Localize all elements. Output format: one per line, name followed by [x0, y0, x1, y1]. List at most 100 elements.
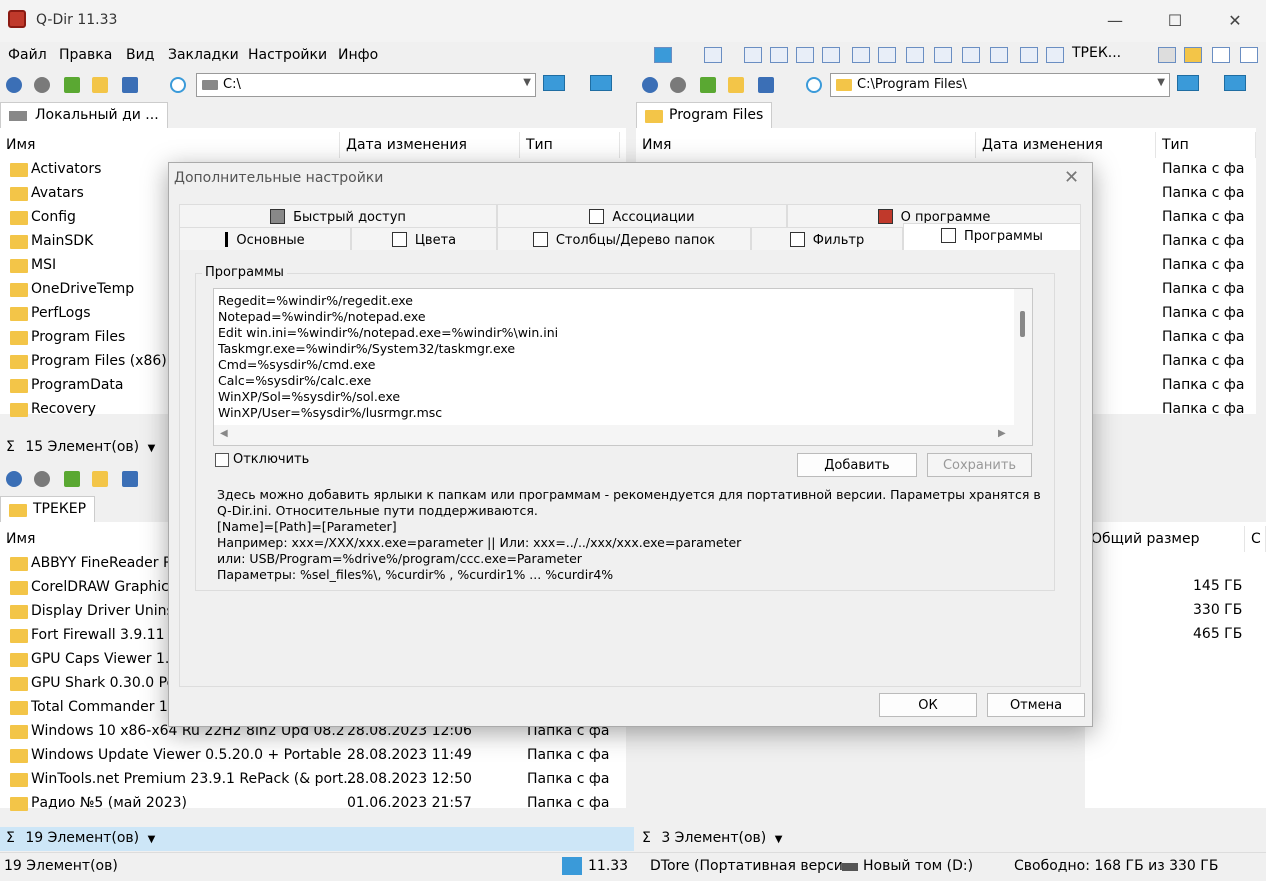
layout-9-icon[interactable]: [962, 47, 980, 63]
scroll-thumb[interactable]: [1020, 311, 1025, 337]
view-icon[interactable]: [122, 77, 138, 93]
tab-colors[interactable]: Цвета: [351, 227, 497, 251]
close-icon[interactable]: ✕: [1064, 167, 1079, 188]
folder-icon[interactable]: [728, 77, 744, 93]
tab-tracker[interactable]: ТРЕКЕР: [0, 496, 96, 522]
layout-12-icon[interactable]: [1046, 47, 1064, 63]
menu-info[interactable]: Инфо: [338, 47, 378, 63]
monitor-icon[interactable]: [590, 75, 612, 91]
menu-settings[interactable]: Настройки: [248, 47, 327, 63]
layout-7-icon[interactable]: [906, 47, 924, 63]
list-item[interactable]: Радио №5 (май 2023) 01.06.2023 21:57 Папка…: [0, 792, 620, 816]
vertical-scrollbar[interactable]: [1014, 289, 1032, 425]
chevron-down-icon[interactable]: ▼: [775, 834, 783, 845]
chevron-down-icon[interactable]: ▼: [523, 77, 531, 88]
monitor-icon[interactable]: [1177, 75, 1199, 91]
menu-file[interactable]: Файл: [8, 47, 47, 63]
monitor-icon[interactable]: [543, 75, 565, 91]
tab-program-files[interactable]: Program Files: [636, 102, 773, 128]
folder-icon: [10, 677, 28, 691]
tab-filter[interactable]: Фильтр: [751, 227, 903, 251]
item-date: 28.08.2023 11:49: [347, 747, 472, 763]
menu-edit[interactable]: Правка: [59, 47, 112, 63]
drive-icon[interactable]: [1158, 47, 1176, 63]
star-icon[interactable]: [1184, 47, 1202, 63]
disable-checkbox[interactable]: [215, 453, 229, 467]
column-type[interactable]: Тип: [520, 132, 620, 158]
programs-editor[interactable]: Regedit=%windir%/regedit.exe Notepad=%wi…: [213, 288, 1033, 446]
add-button[interactable]: Добавить: [797, 453, 917, 477]
layout-6-icon[interactable]: [878, 47, 896, 63]
left-top-address-field[interactable]: C:\ ▼: [196, 73, 536, 97]
menu-view[interactable]: Вид: [126, 47, 154, 63]
back-icon[interactable]: [6, 471, 22, 487]
tab-programs[interactable]: Программы: [903, 223, 1081, 251]
layout-grid-icon[interactable]: [704, 47, 722, 63]
forward-icon[interactable]: [34, 471, 50, 487]
close-window-button[interactable]: ✕: [1220, 8, 1250, 34]
view-icon[interactable]: [122, 471, 138, 487]
tab-columns-tree[interactable]: Столбцы/Дерево папок: [497, 227, 751, 251]
layout-5-icon[interactable]: [852, 47, 870, 63]
column-name[interactable]: Имя: [0, 132, 340, 158]
tab-associations[interactable]: Ассоциации: [497, 204, 787, 228]
chevron-down-icon[interactable]: ▼: [1157, 77, 1165, 88]
window-title: Q-Dir 11.33: [36, 12, 118, 28]
toolbar-label[interactable]: ТРЕК...: [1072, 45, 1121, 61]
ok-button[interactable]: ОК: [879, 693, 977, 717]
folder-icon: [10, 581, 28, 595]
tab-general[interactable]: Основные: [179, 227, 351, 251]
cancel-button[interactable]: Отмена: [987, 693, 1085, 717]
up-icon[interactable]: [64, 471, 80, 487]
view-icon[interactable]: [758, 77, 774, 93]
scroll-right-icon[interactable]: ▶: [998, 428, 1006, 439]
layout-3-icon[interactable]: [796, 47, 814, 63]
column-free[interactable]: С: [1245, 526, 1266, 552]
scroll-left-icon[interactable]: ◀: [220, 428, 228, 439]
column-date[interactable]: Дата изменения: [976, 132, 1156, 158]
minimize-button[interactable]: —: [1100, 8, 1130, 34]
forward-icon[interactable]: [34, 77, 50, 93]
folder-icon: [10, 605, 28, 619]
zoom-icon[interactable]: [1212, 47, 1230, 63]
layout-2-icon[interactable]: [770, 47, 788, 63]
column-total-size[interactable]: Общий размер: [1085, 526, 1245, 552]
sigma-icon: Σ: [6, 830, 15, 846]
refresh-icon[interactable]: [170, 77, 186, 93]
monitor-icon[interactable]: [654, 47, 672, 63]
back-icon[interactable]: [642, 77, 658, 93]
list-item[interactable]: WinTools.net Premium 23.9.1 RePack (& po…: [0, 768, 620, 792]
item-name: Total Commander 11: [31, 699, 177, 715]
layout-1-icon[interactable]: [744, 47, 762, 63]
window-icon[interactable]: [1240, 47, 1258, 63]
save-button[interactable]: Сохранить: [927, 453, 1032, 477]
layout-8-icon[interactable]: [934, 47, 952, 63]
column-name[interactable]: Имя: [636, 132, 976, 158]
tab-quick-access[interactable]: Быстрый доступ: [179, 204, 497, 228]
up-icon[interactable]: [64, 77, 80, 93]
forward-icon[interactable]: [670, 77, 686, 93]
tab-local-disk[interactable]: Локальный ди ...: [0, 102, 168, 128]
column-date[interactable]: Дата изменения: [340, 132, 520, 158]
list-item[interactable]: Windows Update Viewer 0.5.20.0 + Portabl…: [0, 744, 620, 768]
monitor-icon[interactable]: [1224, 75, 1246, 91]
column-type[interactable]: Тип: [1156, 132, 1256, 158]
layout-4-icon[interactable]: [822, 47, 840, 63]
refresh-icon[interactable]: [806, 77, 822, 93]
back-icon[interactable]: [6, 77, 22, 93]
right-top-address-field[interactable]: C:\Program Files\ ▼: [830, 73, 1170, 97]
maximize-button[interactable]: ☐: [1160, 8, 1190, 34]
menu-bookmarks[interactable]: Закладки: [168, 47, 239, 63]
chevron-down-icon[interactable]: ▼: [148, 834, 156, 845]
help-text: Параметры: %sel_files%\, %curdir% , %cur…: [217, 567, 614, 582]
filter-icon: [789, 232, 805, 247]
item-name: Радио №5 (май 2023): [31, 795, 187, 811]
tab-label: Локальный ди ...: [35, 107, 159, 123]
folder-icon[interactable]: [92, 77, 108, 93]
folder-icon[interactable]: [92, 471, 108, 487]
layout-11-icon[interactable]: [1020, 47, 1038, 63]
horizontal-scrollbar[interactable]: ◀ ▶: [214, 425, 1032, 445]
chevron-down-icon[interactable]: ▼: [148, 443, 156, 454]
layout-10-icon[interactable]: [990, 47, 1008, 63]
up-icon[interactable]: [700, 77, 716, 93]
